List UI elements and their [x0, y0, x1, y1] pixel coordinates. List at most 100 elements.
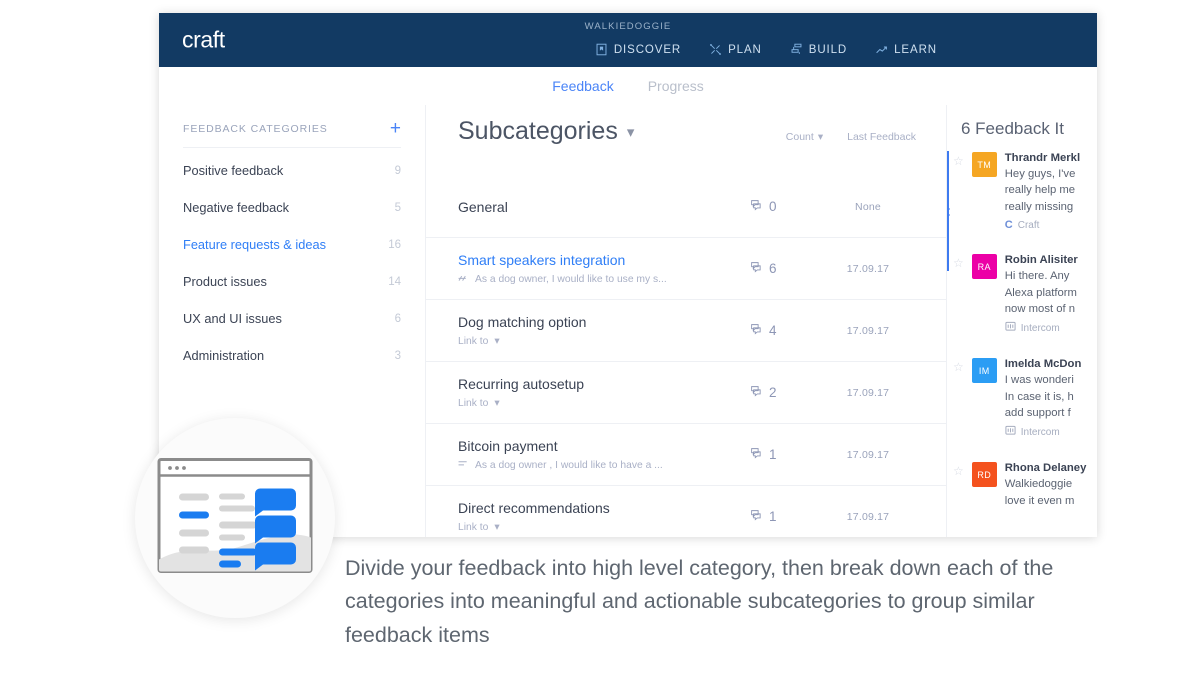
- subcategory-name: Recurring autosetup: [458, 376, 750, 392]
- comments-icon: [750, 199, 763, 215]
- last-feedback-date: None: [820, 201, 916, 213]
- count-value: 0: [769, 199, 777, 214]
- sidebar-item-ux-and-ui-issues[interactable]: UX and UI issues 6: [183, 304, 401, 333]
- row-subtitle-text: As a dog owner , I would like to have a …: [475, 460, 663, 471]
- sort-by-last-feedback[interactable]: Last Feedback: [847, 131, 916, 143]
- sidebar-item-label: Positive feedback: [183, 163, 283, 178]
- illustration-badge: [135, 418, 335, 618]
- list-icon: [458, 459, 469, 471]
- list-item[interactable]: ☆ RA Robin Alisiter Hi there. Any Alexa …: [947, 241, 1097, 345]
- nav-item-discover[interactable]: DISCOVER: [595, 43, 681, 56]
- sort-count-label: Count: [786, 131, 814, 143]
- intercom-icon: [1005, 425, 1016, 439]
- page-title[interactable]: Subcategories ▾: [458, 117, 634, 146]
- sidebar-item-label: Product issues: [183, 274, 267, 289]
- nav-item-learn[interactable]: LEARN: [875, 43, 937, 56]
- row-main: Direct recommendations Link to ▾: [458, 500, 750, 533]
- row-subtitle[interactable]: Link to ▾: [458, 397, 750, 409]
- row-subtitle: As a dog owner , I would like to have a …: [458, 459, 750, 471]
- table-row[interactable]: Recurring autosetup Link to ▾: [426, 362, 946, 424]
- nav-item-build[interactable]: BUILD: [790, 43, 847, 56]
- star-outline-icon[interactable]: ☆: [953, 462, 964, 509]
- avatar: IM: [972, 358, 997, 383]
- row-main: Recurring autosetup Link to ▾: [458, 376, 750, 409]
- count-value: 2: [769, 385, 777, 400]
- row-main: General: [458, 199, 750, 215]
- primary-nav: DISCOVER PLAN: [595, 43, 937, 56]
- sidebar-item-count: 3: [395, 350, 401, 362]
- list-item[interactable]: ☆ IM Imelda McDon I was wonderi In case …: [947, 345, 1097, 449]
- feedback-line: love it even m: [1005, 493, 1087, 509]
- row-count: 4: [750, 323, 820, 339]
- sidebar-item-label: Negative feedback: [183, 200, 289, 215]
- sidebar-item-administration[interactable]: Administration 3: [183, 341, 401, 370]
- row-subtitle[interactable]: Link to ▾: [458, 521, 750, 533]
- list-item[interactable]: ☆ RD Rhona Delaney Walkiedoggie love it …: [947, 449, 1097, 519]
- subcategory-name: Direct recommendations: [458, 500, 750, 516]
- workspace-name: WALKIEDOGGIE: [159, 21, 1097, 32]
- row-count: 1: [750, 509, 820, 525]
- comments-icon: [750, 261, 763, 277]
- table-row[interactable]: Direct recommendations Link to ▾: [426, 486, 946, 537]
- feedback-source-label: Intercom: [1021, 427, 1060, 438]
- row-subtitle-text: Link to: [458, 522, 488, 533]
- tab-feedback[interactable]: Feedback: [552, 78, 613, 94]
- comments-icon: [750, 323, 763, 339]
- feedback-line: In case it is, h: [1005, 389, 1082, 405]
- tab-progress[interactable]: Progress: [648, 78, 704, 94]
- row-subtitle: As a dog owner, I would like to use my s…: [458, 273, 750, 285]
- row-count: 1: [750, 447, 820, 463]
- subcategory-list: General 0 None: [426, 176, 946, 537]
- star-outline-icon[interactable]: ☆: [953, 254, 964, 335]
- last-feedback-date: 17.09.17: [820, 387, 916, 399]
- last-feedback-date: 17.09.17: [820, 449, 916, 461]
- sidebar-item-negative-feedback[interactable]: Negative feedback 5: [183, 193, 401, 222]
- feedback-panel-title: 6 Feedback It: [947, 105, 1097, 139]
- feedback-items-panel: 6 Feedback It ☆ TM Thrandr Merkl Hey guy…: [947, 105, 1097, 537]
- chevron-down-icon: ▾: [494, 397, 499, 409]
- last-feedback-date: 17.09.17: [820, 511, 916, 523]
- sidebar-item-positive-feedback[interactable]: Positive feedback 9: [183, 156, 401, 185]
- plus-icon[interactable]: +: [390, 119, 401, 138]
- chevron-down-icon[interactable]: ▾: [627, 123, 635, 141]
- feedback-author: Thrandr Merkl: [1005, 152, 1080, 164]
- flow-icon: [790, 43, 803, 56]
- nav-item-plan[interactable]: PLAN: [709, 43, 762, 56]
- intercom-icon: [1005, 321, 1016, 335]
- subcategory-name: Dog matching option: [458, 314, 750, 330]
- sidebar-item-label: UX and UI issues: [183, 311, 282, 326]
- nav-label-plan: PLAN: [728, 44, 762, 56]
- nav-label-build: BUILD: [809, 44, 847, 56]
- list-item[interactable]: ☆ TM Thrandr Merkl Hey guys, I've really…: [947, 139, 1097, 241]
- nav-label-discover: DISCOVER: [614, 44, 681, 56]
- count-value: 1: [769, 447, 777, 462]
- count-value: 6: [769, 261, 777, 276]
- avatar: TM: [972, 152, 997, 177]
- sidebar-item-feature-requests-ideas[interactable]: Feature requests & ideas 16: [183, 230, 401, 259]
- app-header: craft WALKIEDOGGIE DISCOVER: [159, 13, 1097, 67]
- table-row[interactable]: Dog matching option Link to ▾: [426, 300, 946, 362]
- sort-by-count[interactable]: Count ▾: [786, 131, 823, 143]
- table-row[interactable]: General 0 None: [426, 176, 946, 238]
- star-outline-icon[interactable]: ☆: [953, 152, 964, 231]
- caption-text: Divide your feedback into high level cat…: [345, 552, 1075, 652]
- count-value: 4: [769, 323, 777, 338]
- star-outline-icon[interactable]: ☆: [953, 358, 964, 439]
- feedback-line: really missing: [1005, 199, 1080, 215]
- row-main: Smart speakers integration As a dog owne…: [458, 252, 750, 285]
- feedback-line: Walkiedoggie: [1005, 476, 1087, 492]
- sidebar-header: FEEDBACK CATEGORIES +: [183, 105, 401, 148]
- avatar: RA: [972, 254, 997, 279]
- row-subtitle[interactable]: Link to ▾: [458, 335, 750, 347]
- sort-controls: Count ▾ Last Feedback: [786, 117, 916, 143]
- table-row[interactable]: Smart speakers integration As a dog owne…: [426, 238, 946, 300]
- table-row[interactable]: Bitcoin payment As a dog owner , I would…: [426, 424, 946, 486]
- row-subtitle-text: Link to: [458, 336, 488, 347]
- row-subtitle-text: As a dog owner, I would like to use my s…: [475, 274, 667, 285]
- feedback-source-label: Intercom: [1021, 323, 1060, 334]
- subcategories-panel: Subcategories ▾ Count ▾ Last Feedback: [426, 105, 947, 537]
- avatar: RD: [972, 462, 997, 487]
- feedback-line: add support f: [1005, 405, 1082, 421]
- feedback-line: Hi there. Any: [1005, 268, 1078, 284]
- sidebar-item-product-issues[interactable]: Product issues 14: [183, 267, 401, 296]
